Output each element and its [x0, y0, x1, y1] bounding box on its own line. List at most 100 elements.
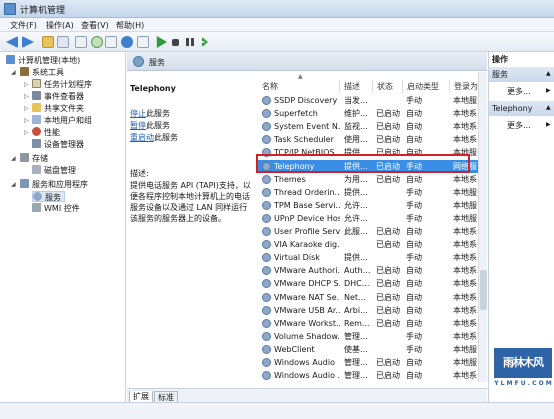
tree-local-users[interactable]: 本地用户和组: [32, 115, 92, 126]
restart-service-icon[interactable]: [202, 37, 208, 47]
service-gear-icon: [262, 279, 271, 289]
up-folder-icon[interactable]: [42, 36, 54, 48]
tree-system-tools[interactable]: 系统工具: [20, 67, 64, 78]
service-description-pane: Telephony 停止此服务 暂停此服务 重启动此服务 描述: 提供电话服务 …: [127, 72, 257, 382]
service-row[interactable]: Windows Audio 管理... 已启动 自动 本地服: [258, 356, 478, 369]
start-service-icon[interactable]: [156, 36, 167, 48]
pause-service-icon[interactable]: [186, 38, 194, 46]
collapse-up-icon[interactable]: ▲: [546, 70, 551, 77]
service-logon: 本地系: [453, 331, 477, 341]
service-row[interactable]: Volume Shadow... 管理... 手动 本地系: [258, 330, 478, 343]
vertical-scrollbar[interactable]: [478, 72, 487, 382]
refresh-icon[interactable]: [91, 36, 103, 48]
help-icon[interactable]: [121, 36, 133, 48]
clock-icon: [32, 79, 41, 88]
service-row[interactable]: VMware Workst... Rem... 已启动 自动 本地系: [258, 317, 478, 330]
service-row[interactable]: SSDP Discovery 当发... 手动 本地服: [258, 94, 478, 107]
service-desc: 此服...: [344, 227, 368, 236]
menu-action[interactable]: 操作(A): [46, 20, 74, 31]
expand-arrow-icon[interactable]: ▷: [24, 129, 29, 136]
storage-icon: [20, 153, 29, 162]
service-logon: 本地服: [453, 200, 477, 210]
service-row[interactable]: WebClient 使基... 手动 本地服: [258, 343, 478, 356]
service-row[interactable]: VMware NAT Se... Net... 已启动 自动 本地系: [258, 291, 478, 304]
expand-arrow-icon[interactable]: ▷: [24, 93, 29, 100]
service-row[interactable]: System Event N... 监视... 已启动 自动 本地系: [258, 120, 478, 133]
service-startup: 手动: [406, 200, 422, 210]
properties-icon[interactable]: [75, 36, 87, 48]
service-row[interactable]: VIA Karaoke dig... 已启动 自动 本地系: [258, 238, 478, 251]
forward-arrow-icon[interactable]: [22, 36, 34, 48]
tree-services-apps[interactable]: 服务和应用程序: [20, 179, 88, 190]
service-row[interactable]: UPnP Device Host 允许... 手动 本地服: [258, 212, 478, 225]
expand-arrow-icon[interactable]: ▷: [24, 117, 29, 124]
service-desc: 管理...: [344, 358, 368, 367]
actions-group-telephony[interactable]: Telephony: [489, 101, 554, 116]
service-name: SSDP Discovery: [274, 96, 338, 105]
service-row[interactable]: Virtual Disk 提供... 手动 本地系: [258, 251, 478, 264]
tree-disk-management[interactable]: 磁盘管理: [32, 165, 76, 176]
show-hide-tree-icon[interactable]: [57, 36, 69, 48]
service-startup: 自动: [406, 240, 422, 250]
stop-service-link[interactable]: 停止: [130, 109, 146, 118]
more-actions-services[interactable]: 更多...: [507, 86, 531, 97]
gear-icon: [33, 192, 42, 201]
disk-icon: [32, 165, 41, 174]
service-row[interactable]: Themes 为用... 已启动 自动 本地系: [258, 173, 478, 186]
tree-shared-folders[interactable]: 共享文件夹: [32, 103, 84, 114]
service-status: 已启动: [376, 292, 400, 302]
tree-performance[interactable]: 性能: [32, 127, 60, 138]
service-row[interactable]: Task Scheduler 使用... 已启动 自动 本地系: [258, 133, 478, 146]
menu-view[interactable]: 查看(V): [81, 20, 109, 31]
menu-help[interactable]: 帮助(H): [116, 20, 144, 31]
service-row[interactable]: Superfetch 维护... 已启动 自动 本地系: [258, 107, 478, 120]
tree-device-manager[interactable]: 设备管理器: [32, 139, 84, 150]
service-row[interactable]: VMware DHCP S... DHC... 已启动 自动 本地系: [258, 277, 478, 290]
service-name: VMware NAT Se...: [274, 292, 340, 302]
collapse-up-icon[interactable]: ▲: [546, 104, 551, 111]
service-status: 已启动: [376, 266, 400, 276]
gear-icon: [133, 56, 144, 67]
service-gear-icon: [262, 292, 271, 302]
service-gear-icon: [262, 344, 271, 354]
actions-group-services[interactable]: 服务: [489, 67, 554, 82]
column-header-name[interactable]: 名称: [258, 80, 340, 93]
stop-service-icon[interactable]: [172, 39, 179, 46]
column-header-description[interactable]: 描述: [340, 80, 373, 93]
column-header-startup-type[interactable]: 启动类型: [403, 80, 450, 93]
tree-root[interactable]: 计算机管理(本地): [6, 55, 80, 66]
tree-services[interactable]: 服务: [32, 191, 65, 202]
show-pane-icon[interactable]: [137, 36, 149, 48]
menu-file[interactable]: 文件(F): [10, 20, 37, 31]
expand-arrow-icon[interactable]: ▷: [24, 105, 29, 112]
service-gear-icon: [262, 331, 271, 341]
tree-wmi[interactable]: WMI 控件: [32, 203, 80, 214]
collapse-arrow-icon[interactable]: ◢: [11, 69, 16, 76]
service-gear-icon: [262, 187, 271, 197]
service-row[interactable]: Windows Audio ... 管理... 已启动 自动 本地系: [258, 369, 478, 382]
column-header-status[interactable]: 状态: [373, 80, 403, 93]
service-row[interactable]: VMware Authori... Auth... 已启动 自动 本地系: [258, 264, 478, 277]
service-logon: 本地系: [453, 174, 477, 184]
scrollbar-thumb[interactable]: [480, 270, 487, 310]
service-desc: 当发...: [344, 96, 368, 105]
tree-event-viewer[interactable]: 事件查看器: [32, 91, 84, 102]
service-row[interactable]: Thread Orderin... 提供... 手动 本地服: [258, 186, 478, 199]
collapse-arrow-icon[interactable]: ◢: [11, 181, 16, 188]
service-row[interactable]: TPM Base Servi... 允许... 手动 本地服: [258, 199, 478, 212]
tree-task-scheduler[interactable]: 任务计划程序: [32, 79, 92, 90]
service-logon: 本地系: [453, 253, 477, 263]
restart-service-link[interactable]: 重启动: [130, 133, 154, 142]
service-startup: 自动: [406, 279, 422, 289]
expand-arrow-icon[interactable]: ▷: [24, 81, 29, 88]
tree-storage[interactable]: 存储: [20, 153, 48, 164]
export-list-icon[interactable]: [105, 36, 117, 48]
column-header-logon[interactable]: 登录为: [450, 80, 478, 93]
service-row[interactable]: User Profile Serv... 此服... 已启动 自动 本地系: [258, 225, 478, 238]
pause-service-link[interactable]: 暂停: [130, 121, 146, 130]
service-logon: 本地系: [453, 109, 477, 119]
more-actions-telephony[interactable]: 更多...: [507, 120, 531, 131]
collapse-arrow-icon[interactable]: ◢: [11, 155, 16, 162]
back-arrow-icon[interactable]: [6, 36, 18, 48]
service-row[interactable]: VMware USB Ar... Arbi... 已启动 自动 本地系: [258, 304, 478, 317]
